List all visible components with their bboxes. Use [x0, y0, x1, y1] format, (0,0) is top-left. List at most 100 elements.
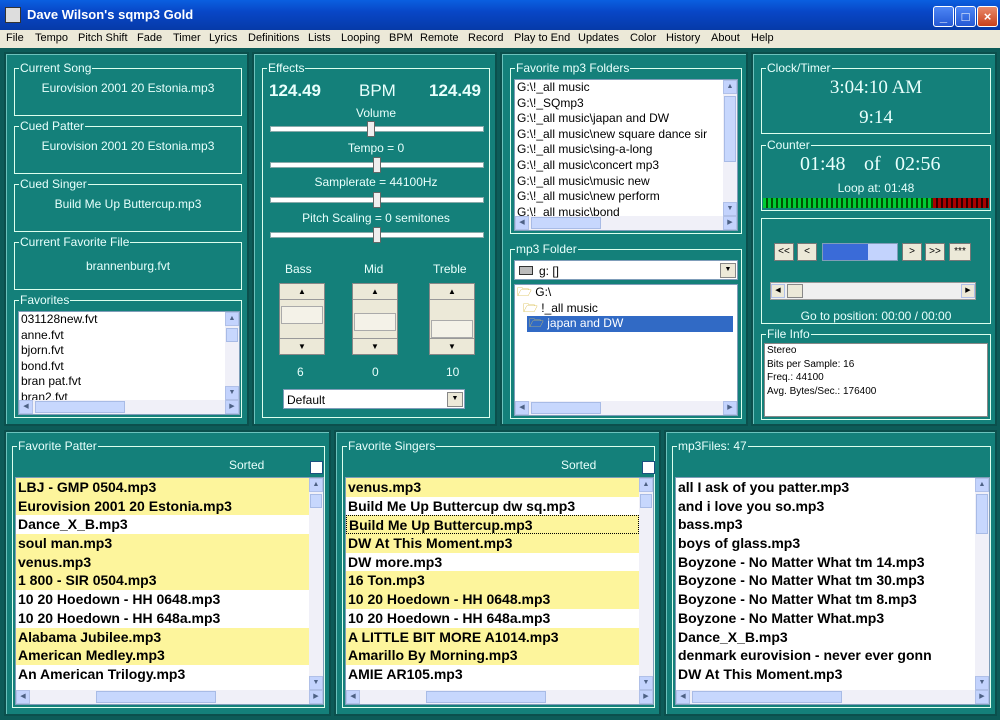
- scroll-up-icon[interactable]: ▲: [309, 478, 323, 492]
- sorted-checkbox[interactable]: [642, 461, 655, 474]
- scroll-right-icon[interactable]: ▶: [309, 690, 323, 704]
- list-item[interactable]: DW At This Moment.mp3: [346, 534, 639, 553]
- list-item[interactable]: A LITTLE BIT MORE A1014.mp3: [346, 627, 639, 647]
- scroll-down-icon[interactable]: ▼: [225, 386, 239, 400]
- scroll-up-icon[interactable]: ▲: [225, 312, 239, 326]
- star-button[interactable]: ***: [949, 243, 971, 261]
- list-item[interactable]: anne.fvt: [19, 328, 239, 344]
- list-item[interactable]: 10 20 Hoedown - HH 648a.mp3: [346, 609, 639, 628]
- tree-item[interactable]: 🗁 G:\: [515, 285, 737, 301]
- list-item[interactable]: 16 Ton.mp3: [346, 571, 639, 591]
- forward-button[interactable]: >: [902, 243, 922, 261]
- scroll-thumb[interactable]: [724, 96, 736, 162]
- list-item[interactable]: Build Me Up Buttercup.mp3: [346, 515, 639, 535]
- list-item[interactable]: LBJ - GMP 0504.mp3: [16, 478, 309, 497]
- horizontal-scrollbar[interactable]: ◀ ▶: [16, 690, 323, 704]
- list-item[interactable]: American Medley.mp3: [16, 646, 309, 665]
- horizontal-scrollbar[interactable]: ◀ ▶: [515, 401, 737, 415]
- list-item[interactable]: 031128new.fvt: [19, 312, 239, 328]
- rewind-button[interactable]: <: [797, 243, 817, 261]
- list-item[interactable]: Amarillo By Morning.mp3: [346, 646, 639, 665]
- list-item[interactable]: G:\!_all music\sing-a-long: [515, 142, 737, 158]
- scroll-thumb[interactable]: [226, 328, 238, 342]
- vertical-scrollbar[interactable]: ▲ ▼: [309, 478, 323, 690]
- list-item[interactable]: G:\!_SQmp3: [515, 96, 737, 112]
- scroll-left-icon[interactable]: ◀: [346, 690, 360, 704]
- menu-bpm[interactable]: BPM: [389, 32, 413, 44]
- treble-down-icon[interactable]: ▼: [430, 338, 474, 354]
- goto-scrollbar[interactable]: ◀ ▶: [770, 282, 976, 300]
- list-item[interactable]: venus.mp3: [346, 478, 639, 497]
- scroll-down-icon[interactable]: ▼: [639, 676, 653, 690]
- forward-fast-button[interactable]: >>: [925, 243, 945, 261]
- list-item[interactable]: G:\!_all music\music new: [515, 174, 737, 190]
- scroll-thumb[interactable]: [976, 494, 988, 534]
- folder-tree[interactable]: 🗁 G:\ 🗁 !_all music 🗁 japan and DW ◀ ▶: [514, 284, 738, 416]
- list-item[interactable]: AMIE AR105.mp3: [346, 665, 639, 684]
- bass-up-icon[interactable]: ▲: [280, 284, 324, 300]
- list-item[interactable]: venus.mp3: [16, 552, 309, 572]
- list-item[interactable]: Boyzone - No Matter What tm 14.mp3: [676, 553, 975, 572]
- list-item[interactable]: soul man.mp3: [16, 534, 309, 553]
- sorted-checkbox[interactable]: [310, 461, 323, 474]
- menu-tempo[interactable]: Tempo: [35, 32, 68, 44]
- scroll-left-icon[interactable]: ◀: [16, 690, 30, 704]
- rewind-fast-button[interactable]: <<: [774, 243, 794, 261]
- menu-timer[interactable]: Timer: [173, 32, 201, 44]
- horizontal-scrollbar[interactable]: ◀ ▶: [19, 400, 239, 414]
- scroll-up-icon[interactable]: ▲: [975, 478, 989, 492]
- list-item[interactable]: Alabama Jubilee.mp3: [16, 627, 309, 647]
- mid-up-icon[interactable]: ▲: [353, 284, 397, 300]
- menu-updates[interactable]: Updates: [578, 32, 619, 44]
- list-item[interactable]: G:\!_all music\concert mp3: [515, 158, 737, 174]
- close-button[interactable]: ×: [977, 6, 998, 27]
- scroll-thumb[interactable]: [531, 217, 601, 229]
- mid-down-icon[interactable]: ▼: [353, 338, 397, 354]
- scroll-down-icon[interactable]: ▼: [723, 202, 737, 216]
- treble-up-icon[interactable]: ▲: [430, 284, 474, 300]
- list-item[interactable]: Dance_X_B.mp3: [676, 628, 975, 647]
- list-item[interactable]: G:\!_all music\new perform: [515, 189, 737, 205]
- preset-select[interactable]: Default ▼: [283, 389, 465, 409]
- list-item[interactable]: 1 800 - SIR 0504.mp3: [16, 571, 309, 591]
- drive-select[interactable]: g: [] ▼: [514, 260, 738, 280]
- volume-slider[interactable]: [270, 126, 484, 132]
- bass-spinner[interactable]: ▲ ▼: [279, 283, 325, 355]
- list-item[interactable]: 10 20 Hoedown - HH 648a.mp3: [16, 609, 309, 628]
- list-item[interactable]: Build Me Up Buttercup dw sq.mp3: [346, 497, 639, 516]
- scroll-right-icon[interactable]: ▶: [225, 400, 239, 414]
- list-item[interactable]: 10 20 Hoedown - HH 0648.mp3: [16, 590, 309, 609]
- scroll-left-icon[interactable]: ◀: [676, 690, 690, 704]
- list-item[interactable]: Eurovision 2001 20 Estonia.mp3: [16, 496, 309, 516]
- bass-thumb[interactable]: [281, 306, 323, 324]
- tempo-slider-thumb[interactable]: [373, 157, 381, 173]
- menu-record[interactable]: Record: [468, 32, 503, 44]
- chevron-down-icon[interactable]: ▼: [720, 263, 736, 278]
- menu-remote[interactable]: Remote: [420, 32, 459, 44]
- scroll-down-icon[interactable]: ▼: [309, 676, 323, 690]
- tree-item-selected[interactable]: 🗁 japan and DW: [527, 316, 733, 332]
- scroll-up-icon[interactable]: ▲: [723, 80, 737, 94]
- scroll-left-icon[interactable]: ◀: [771, 284, 785, 298]
- chevron-down-icon[interactable]: ▼: [447, 392, 463, 407]
- menu-lyrics[interactable]: Lyrics: [209, 32, 237, 44]
- list-item[interactable]: An American Trilogy.mp3: [16, 665, 309, 684]
- list-item[interactable]: boys of glass.mp3: [676, 534, 975, 553]
- list-item[interactable]: bass.mp3: [676, 515, 975, 534]
- treble-spinner[interactable]: ▲ ▼: [429, 283, 475, 355]
- list-item[interactable]: bond.fvt: [19, 359, 239, 375]
- scroll-thumb[interactable]: [35, 401, 125, 413]
- list-item[interactable]: Boyzone - No Matter What.mp3: [676, 609, 975, 628]
- list-item[interactable]: Dance_X_B.mp3: [16, 515, 309, 534]
- scroll-left-icon[interactable]: ◀: [515, 401, 529, 415]
- fav-patter-list[interactable]: LBJ - GMP 0504.mp3 Eurovision 2001 20 Est…: [15, 477, 324, 705]
- menu-play-to-end[interactable]: Play to End: [514, 32, 570, 44]
- scroll-left-icon[interactable]: ◀: [515, 216, 529, 230]
- treble-thumb[interactable]: [431, 320, 473, 338]
- list-item[interactable]: 10 20 Hoedown - HH 0648.mp3: [346, 590, 639, 609]
- horizontal-scrollbar[interactable]: ◀ ▶: [346, 690, 653, 704]
- scroll-thumb[interactable]: [692, 691, 842, 703]
- scroll-thumb[interactable]: [426, 691, 546, 703]
- menu-fade[interactable]: Fade: [137, 32, 162, 44]
- menu-pitch-shift[interactable]: Pitch Shift: [78, 32, 128, 44]
